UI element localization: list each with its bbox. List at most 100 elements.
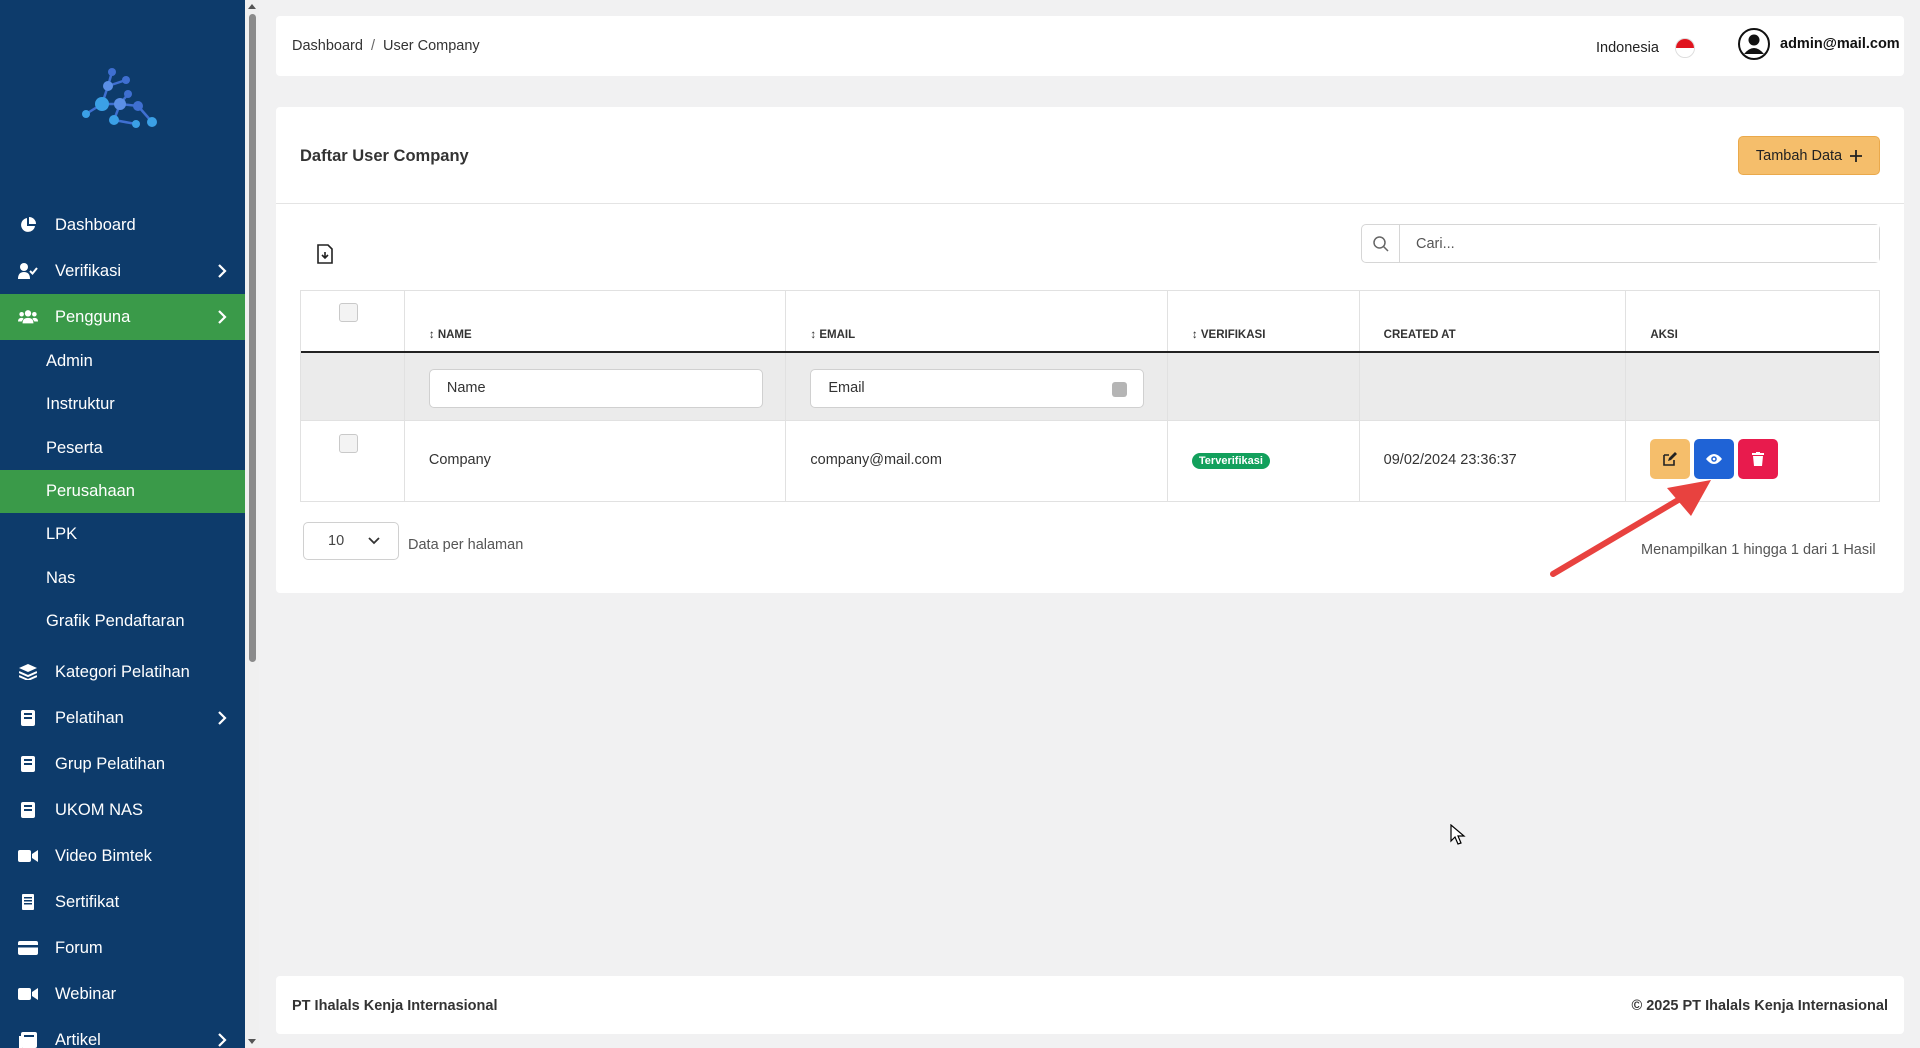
table-header-row: ↕ NAME ↕ EMAIL ↕ VERIFIKASI CREATED AT A…	[301, 291, 1879, 353]
sidebar-item-ukom-nas[interactable]: UKOM NAS	[0, 787, 245, 833]
select-all-checkbox[interactable]	[339, 303, 358, 322]
edit-icon	[1663, 452, 1678, 466]
row-checkbox[interactable]	[339, 434, 358, 453]
sidebar-item-verifikasi[interactable]: Verifikasi	[0, 248, 245, 294]
scroll-up-arrow-icon[interactable]	[248, 4, 256, 9]
mouse-cursor-icon	[1450, 824, 1466, 845]
sidebar-item-label: Forum	[55, 938, 103, 957]
card-divider	[276, 203, 1904, 204]
chevron-right-icon	[218, 264, 227, 278]
sidebar-item-kategori-pelatihan[interactable]: Kategori Pelatihan	[0, 649, 245, 695]
pie-chart-icon	[18, 215, 38, 235]
chevron-right-icon	[218, 310, 227, 324]
sidebar-item-label: Verifikasi	[55, 261, 122, 280]
sidebar-item-video-bimtek[interactable]: Video Bimtek	[0, 833, 245, 879]
sidebar-scrollbar[interactable]	[245, 0, 259, 1048]
column-header-name[interactable]: ↕ NAME	[429, 329, 472, 341]
chevron-right-icon	[218, 1033, 227, 1047]
breadcrumb-separator: /	[370, 38, 375, 54]
user-menu[interactable]: admin@mail.com	[1738, 28, 1900, 60]
newspaper-icon	[18, 1030, 38, 1048]
certificate-icon	[18, 892, 38, 912]
column-header-verifikasi[interactable]: ↕ VERIFIKASI	[1192, 329, 1265, 341]
card-icon	[18, 938, 38, 958]
sidebar-subitem-perusahaan[interactable]: Perusahaan	[0, 469, 245, 514]
user-company-table: ↕ NAME ↕ EMAIL ↕ VERIFIKASI CREATED AT A…	[300, 290, 1880, 502]
sidebar-item-label: Grup Pelatihan	[55, 754, 166, 773]
app-logo[interactable]	[78, 58, 160, 138]
scroll-down-arrow-icon[interactable]	[248, 1039, 256, 1044]
edit-button[interactable]	[1650, 439, 1691, 479]
sidebar-item-webinar[interactable]: Webinar	[0, 971, 245, 1017]
add-data-label: Tambah Data	[1755, 147, 1843, 164]
sidebar-subitem-nas[interactable]: Nas	[0, 556, 245, 599]
key-icon	[1112, 382, 1128, 397]
email-filter-placeholder: Email	[828, 380, 865, 396]
scroll-thumb[interactable]	[249, 14, 256, 662]
column-header-created-at: CREATED AT	[1383, 329, 1456, 341]
book-icon	[18, 708, 38, 728]
annotation-arrow-icon	[1550, 480, 1711, 577]
sidebar-item-label: Sertifikat	[55, 892, 120, 911]
sidebar-item-pengguna[interactable]: Pengguna	[0, 294, 245, 340]
name-filter-input[interactable]: Name	[428, 369, 763, 408]
page-title: Daftar User Company	[300, 147, 469, 165]
users-icon	[18, 307, 38, 327]
video-icon	[18, 846, 38, 866]
language-selector[interactable]: Indonesia	[1596, 38, 1695, 58]
column-header-email[interactable]: ↕ EMAIL	[810, 329, 855, 341]
sidebar-item-grup-pelatihan[interactable]: Grup Pelatihan	[0, 741, 245, 787]
sidebar-nav: Dashboard Verifikasi Pengguna Admin Inst…	[0, 202, 245, 1048]
book-icon	[18, 754, 38, 774]
sidebar-subitem-lpk[interactable]: LPK	[0, 513, 245, 556]
chevron-right-icon	[218, 711, 227, 725]
plus-icon	[1850, 149, 1863, 162]
sidebar-item-label: Pelatihan	[55, 708, 124, 727]
user-avatar-icon	[1738, 28, 1770, 60]
row-created-at: 09/02/2024 23:36:37	[1383, 452, 1517, 468]
user-email: admin@mail.com	[1780, 36, 1900, 52]
sidebar-item-artikel[interactable]: Artikel	[0, 1017, 245, 1048]
sidebar-subitem-peserta[interactable]: Peserta	[0, 427, 245, 470]
search-input[interactable]	[1400, 225, 1879, 262]
sidebar-item-label: Pengguna	[55, 307, 131, 326]
search-box	[1361, 224, 1880, 263]
add-data-button[interactable]: Tambah Data	[1738, 136, 1880, 175]
sidebar-item-forum[interactable]: Forum	[0, 925, 245, 971]
export-file-icon[interactable]	[316, 244, 334, 264]
row-name: Company	[428, 452, 491, 468]
sidebar-subitem-grafik-pendaftaran[interactable]: Grafik Pendaftaran	[0, 600, 245, 643]
breadcrumb-current: User Company	[382, 38, 480, 54]
sidebar-item-label: UKOM NAS	[55, 800, 144, 819]
search-icon	[1362, 225, 1400, 262]
column-header-aksi: AKSI	[1650, 329, 1678, 341]
breadcrumb-dashboard[interactable]: Dashboard	[292, 38, 363, 54]
chevron-down-icon	[368, 537, 380, 545]
video-icon	[18, 984, 38, 1004]
sidebar-item-pelatihan[interactable]: Pelatihan	[0, 695, 245, 741]
breadcrumb: Dashboard / User Company	[292, 38, 480, 54]
sidebar-subitem-instruktur[interactable]: Instruktur	[0, 383, 245, 426]
sidebar-item-label: Artikel	[55, 1030, 101, 1048]
email-filter-input[interactable]: Email	[810, 369, 1145, 408]
sidebar-item-dashboard[interactable]: Dashboard	[0, 202, 245, 248]
sidebar-item-label: Dashboard	[55, 215, 136, 234]
per-page-value: 10	[328, 533, 345, 549]
sidebar-subitem-admin[interactable]: Admin	[0, 340, 245, 383]
status-badge: Terverifikasi	[1191, 453, 1270, 469]
per-page-label: Data per halaman	[408, 537, 524, 553]
row-email: company@mail.com	[810, 452, 942, 468]
trash-icon	[1752, 452, 1765, 466]
user-check-icon	[18, 261, 38, 281]
per-page-select[interactable]: 10	[303, 522, 399, 560]
sidebar-item-label: Webinar	[55, 984, 117, 1003]
sidebar-item-label: Kategori Pelatihan	[55, 662, 190, 681]
delete-button[interactable]	[1738, 439, 1779, 479]
book-icon	[18, 800, 38, 820]
layers-icon	[18, 662, 38, 682]
footer-company: PT Ihalals Kenja Internasional	[292, 998, 498, 1014]
eye-icon	[1706, 454, 1723, 464]
sidebar: Dashboard Verifikasi Pengguna Admin Inst…	[0, 0, 245, 1048]
view-button[interactable]	[1694, 439, 1735, 479]
sidebar-item-sertifikat[interactable]: Sertifikat	[0, 879, 245, 925]
